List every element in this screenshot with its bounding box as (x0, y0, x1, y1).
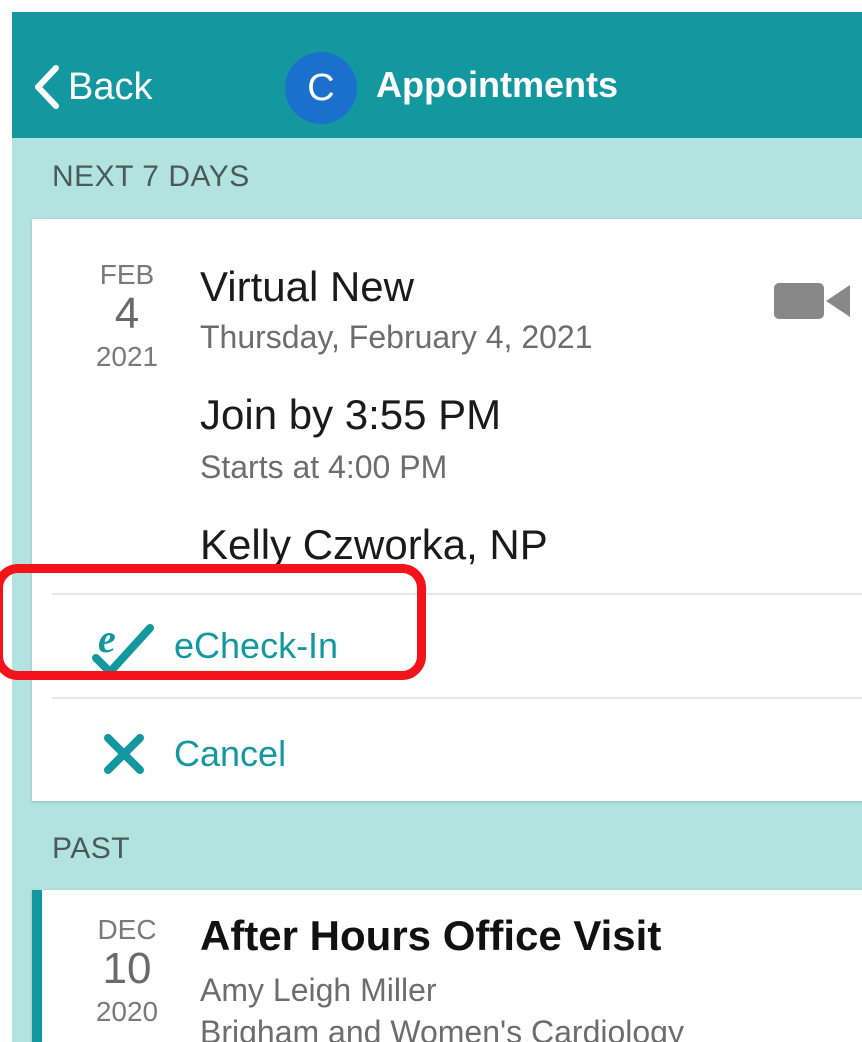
date-day: 4 (114, 289, 140, 338)
echeck-in-label: eCheck-In (174, 625, 339, 666)
join-by-time: Join by 3:55 PM (200, 391, 502, 438)
echeck-in-icon: e (92, 614, 156, 678)
past-appointment-card[interactable]: DEC 10 2020 After Hours Office Visit Amy… (32, 890, 862, 1042)
divider (52, 593, 862, 595)
past-location: Brigham and Women's Cardiology (200, 1014, 684, 1042)
section-header-next-7-days: NEXT 7 DAYS (52, 160, 250, 193)
past-provider-name: Amy Leigh Miller (200, 972, 437, 1008)
divider (52, 697, 862, 699)
date-month: FEB (99, 259, 155, 290)
past-appointment-title: After Hours Office Visit (200, 912, 662, 959)
appointments-screen: Back C Appointments NEXT 7 DAYS FEB 4 20… (12, 12, 862, 1042)
app-header: Back C Appointments (12, 12, 862, 138)
cancel-x-icon (92, 722, 156, 786)
cancel-appointment-button[interactable]: Cancel (92, 719, 286, 789)
past-date-block: DEC 10 2020 (72, 914, 182, 1032)
avatar-initial: C (307, 66, 335, 109)
echeck-in-button[interactable]: e eCheck-In (92, 611, 338, 681)
date-month: DEC (97, 914, 157, 945)
date-year: 2020 (95, 996, 159, 1027)
appointment-title: Virtual New (200, 263, 414, 310)
appointment-date: Thursday, February 4, 2021 (200, 319, 593, 355)
start-time: Starts at 4:00 PM (200, 449, 448, 485)
page-title: Appointments (376, 64, 618, 105)
date-day: 10 (102, 944, 152, 993)
svg-text:e: e (98, 616, 116, 661)
back-label: Back (68, 65, 153, 108)
provider-name: Kelly Czworka, NP (200, 521, 548, 568)
date-year: 2021 (95, 341, 159, 372)
section-header-past: PAST (52, 832, 131, 865)
video-camera-icon (774, 283, 850, 319)
chevron-left-icon (35, 65, 59, 109)
appointment-date-block: FEB 4 2021 (72, 259, 182, 377)
card-accent-bar (32, 890, 42, 1042)
cancel-label: Cancel (174, 733, 287, 774)
upcoming-appointment-card[interactable]: FEB 4 2021 Virtual New Thursday, Februar… (32, 219, 862, 801)
back-button[interactable]: Back (32, 60, 152, 114)
avatar[interactable]: C (285, 52, 357, 124)
